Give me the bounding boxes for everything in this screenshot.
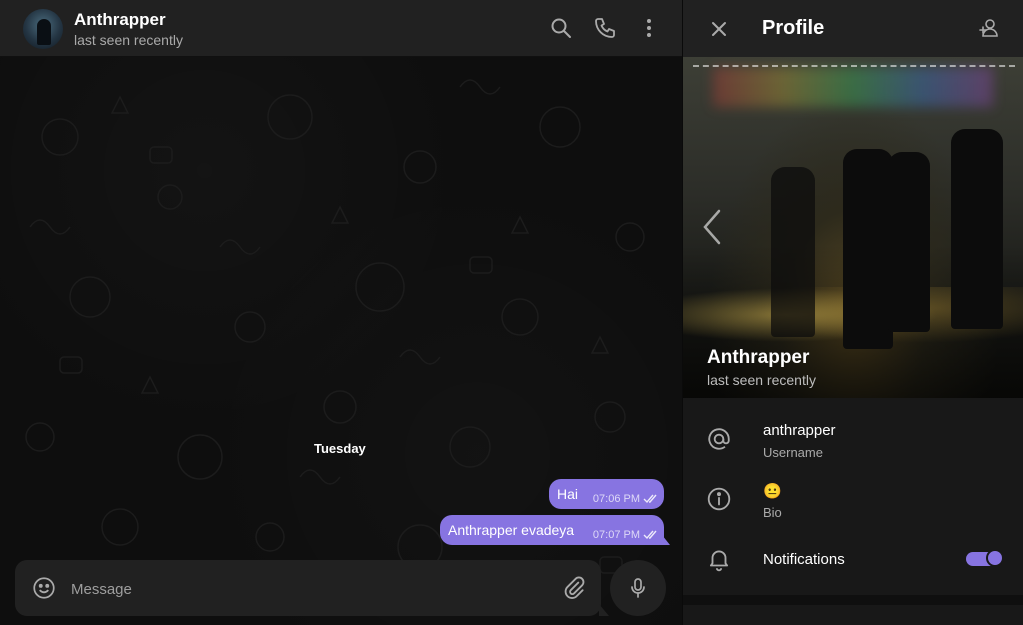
microphone-icon [631, 578, 645, 598]
bio-row[interactable]: 😐 Bio [683, 472, 1023, 528]
add-contact-icon[interactable] [977, 16, 1001, 40]
toggle-knob [986, 549, 1004, 567]
profile-name: Anthrapper [707, 347, 810, 368]
profile-photo[interactable]: Anthrapper last seen recently [683, 57, 1023, 398]
chat-pane: Anthrapper last seen recently Tuesday Ha… [0, 0, 682, 625]
close-icon[interactable] [707, 17, 731, 41]
section-divider [683, 595, 1023, 605]
photo-progress-indicator [693, 65, 1015, 67]
phone-icon[interactable] [593, 16, 617, 40]
at-icon [708, 428, 730, 450]
message-text: Anthrapper evadeya [448, 522, 575, 538]
username-label: Username [763, 445, 823, 460]
message-bubble[interactable]: Anthrapper evadeya 07:07 PM [440, 515, 670, 545]
notifications-label: Notifications [763, 551, 845, 568]
username-value: anthrapper [763, 422, 836, 439]
profile-status: last seen recently [707, 372, 816, 388]
chat-title[interactable]: Anthrapper [74, 10, 166, 30]
bio-value: 😐 [763, 483, 782, 500]
search-icon[interactable] [549, 16, 573, 40]
profile-pane: Profile Anthrapper last seen recently an… [682, 0, 1023, 625]
date-separator: Tuesday [314, 441, 366, 456]
info-icon [707, 487, 731, 511]
message-input[interactable] [69, 574, 543, 604]
message-bubble[interactable]: Hai 07:06 PM [549, 479, 664, 509]
chat-status: last seen recently [74, 32, 183, 48]
paperclip-icon[interactable] [561, 575, 587, 601]
double-check-icon [643, 530, 657, 540]
bell-icon [709, 550, 729, 572]
photo-figure [843, 149, 893, 349]
smile-icon[interactable] [31, 575, 57, 601]
photo-figure [951, 129, 1003, 329]
username-row[interactable]: anthrapper Username [683, 412, 1023, 468]
more-vertical-icon[interactable] [637, 16, 661, 40]
photo-light-leak [713, 67, 993, 107]
message-text: Hai [557, 486, 579, 502]
message-time: 07:06 PM [592, 493, 640, 505]
bio-label: Bio [763, 505, 782, 520]
microphone-button[interactable] [610, 560, 666, 616]
message-composer [15, 560, 609, 616]
chevron-left-icon[interactable] [699, 207, 725, 247]
profile-title: Profile [762, 17, 825, 39]
photo-figure [888, 152, 930, 332]
notifications-toggle[interactable] [966, 549, 1004, 567]
profile-header: Profile [683, 0, 1023, 57]
double-check-icon [643, 494, 657, 504]
message-time: 07:07 PM [592, 529, 640, 541]
photo-figure [771, 167, 815, 337]
avatar[interactable] [23, 9, 63, 49]
chat-header: Anthrapper last seen recently [0, 0, 682, 57]
